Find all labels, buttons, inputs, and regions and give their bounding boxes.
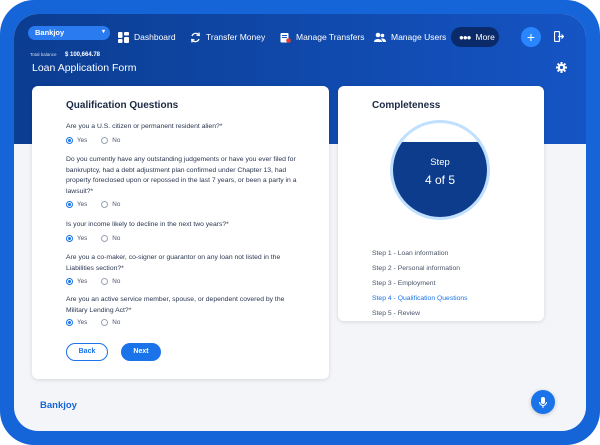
more-dots-icon: ●●● — [459, 32, 471, 42]
settings-icon[interactable] — [556, 62, 567, 73]
nav-dashboard[interactable]: Dashboard — [118, 27, 176, 47]
chevron-down-icon: ▾ — [101, 29, 105, 35]
dashboard-icon — [118, 31, 129, 43]
question-5-options: Yes No — [66, 319, 134, 326]
no-option[interactable]: No — [101, 137, 120, 144]
nav-manage-transfers-label: Manage Transfers — [296, 32, 365, 42]
radio-button[interactable] — [101, 137, 109, 144]
yes-option[interactable]: Yes — [66, 201, 87, 208]
radio-button[interactable] — [101, 201, 109, 208]
question-2: Do you currently have any outstanding ju… — [66, 156, 297, 195]
yes-label: Yes — [77, 319, 88, 326]
next-button[interactable]: Next — [121, 343, 161, 361]
completeness-title: Completeness — [372, 100, 441, 111]
radio-button[interactable] — [66, 201, 73, 208]
step-item: Step 1 - Loan information — [372, 250, 449, 257]
radio-button[interactable] — [66, 137, 73, 144]
no-label: No — [112, 278, 121, 285]
question-3: Is your income likely to decline in the … — [66, 221, 229, 228]
add-button[interactable]: + — [521, 27, 541, 47]
page-title: Loan Application Form — [32, 62, 137, 74]
device-frame: Bankjoy ▾ Total balance $ 100,664.78 Das… — [0, 0, 600, 445]
account-name: Bankjoy — [35, 28, 65, 37]
microphone-icon — [539, 396, 547, 408]
radio-button[interactable] — [101, 278, 109, 285]
app-screen: Bankjoy ▾ Total balance $ 100,664.78 Das… — [14, 14, 586, 431]
question-4: Are you a co-maker, co-signer or guarant… — [66, 254, 281, 272]
yes-option[interactable]: Yes — [66, 137, 87, 144]
question-1-options: Yes No — [66, 137, 134, 144]
account-dropdown[interactable]: Bankjoy ▾ — [28, 26, 110, 40]
no-label: No — [112, 235, 121, 242]
manage-transfers-icon — [280, 32, 291, 43]
transfer-icon — [191, 31, 200, 43]
question-4-options: Yes No — [66, 278, 134, 285]
nav-more-label: More — [475, 32, 495, 42]
yes-option[interactable]: Yes — [66, 319, 87, 326]
nav-manage-users[interactable]: Manage Users — [374, 27, 446, 47]
nav-transfer-money-label: Transfer Money — [206, 32, 266, 42]
step-item: Step 3 - Employment — [372, 280, 436, 287]
radio-button[interactable] — [66, 235, 73, 242]
progress-circle: Step 4 of 5 — [390, 120, 490, 220]
users-icon — [374, 32, 386, 42]
question-1: Are you a U.S. citizen or permanent resi… — [66, 123, 223, 130]
radio-button[interactable] — [66, 278, 73, 285]
no-option[interactable]: No — [101, 201, 120, 208]
radio-button[interactable] — [101, 319, 109, 326]
progress-step-label: Step — [430, 157, 450, 168]
account-selector[interactable]: Bankjoy ▾ Total balance $ 100,664.78 — [28, 26, 110, 58]
progress-step-count: 4 of 5 — [424, 173, 456, 187]
question-5: Are you an active service member, spouse… — [66, 296, 285, 314]
radio-button[interactable] — [101, 235, 109, 242]
step-list: Step 1 - Loan information Step 2 - Perso… — [372, 246, 468, 321]
plus-icon: + — [526, 29, 536, 45]
no-label: No — [112, 319, 121, 326]
no-option[interactable]: No — [101, 319, 120, 326]
yes-label: Yes — [77, 137, 88, 144]
no-option[interactable]: No — [101, 278, 120, 285]
qualification-title: Qualification Questions — [66, 100, 179, 111]
voice-assistant-button[interactable] — [531, 390, 555, 414]
nav-manage-users-label: Manage Users — [391, 32, 447, 42]
footer-brand-logo: Bankjoy — [40, 400, 77, 411]
yes-option[interactable]: Yes — [66, 235, 87, 242]
step-item: Step 5 - Review — [372, 310, 420, 317]
radio-button[interactable] — [66, 319, 73, 326]
logout-icon[interactable] — [554, 31, 564, 42]
no-label: No — [112, 201, 121, 208]
yes-label: Yes — [77, 278, 88, 285]
step-item: Step 2 - Personal information — [372, 265, 461, 272]
step-item-active: Step 4 - Qualification Questions — [372, 295, 468, 302]
back-button[interactable]: Back — [66, 343, 108, 361]
no-label: No — [112, 137, 121, 144]
question-2-options: Yes No — [66, 201, 134, 208]
nav-more-button[interactable]: ●●● More — [451, 27, 499, 47]
qualification-card: Qualification Questions Are you a U.S. c… — [32, 86, 329, 379]
account-balance: Total balance $ 100,664.78 — [30, 43, 100, 61]
completeness-card: Completeness Step 4 of 5 Step 1 - Loan i… — [338, 86, 544, 321]
nav-transfer-money[interactable]: Transfer Money — [190, 27, 265, 47]
yes-label: Yes — [77, 235, 88, 242]
yes-option[interactable]: Yes — [66, 278, 87, 285]
no-option[interactable]: No — [101, 235, 120, 242]
question-3-options: Yes No — [66, 235, 134, 242]
nav-manage-transfers[interactable]: Manage Transfers — [280, 27, 365, 47]
balance-value: $ 100,664.78 — [64, 52, 101, 58]
balance-label: Total balance — [30, 52, 57, 57]
yes-label: Yes — [77, 201, 88, 208]
nav-dashboard-label: Dashboard — [134, 32, 176, 42]
